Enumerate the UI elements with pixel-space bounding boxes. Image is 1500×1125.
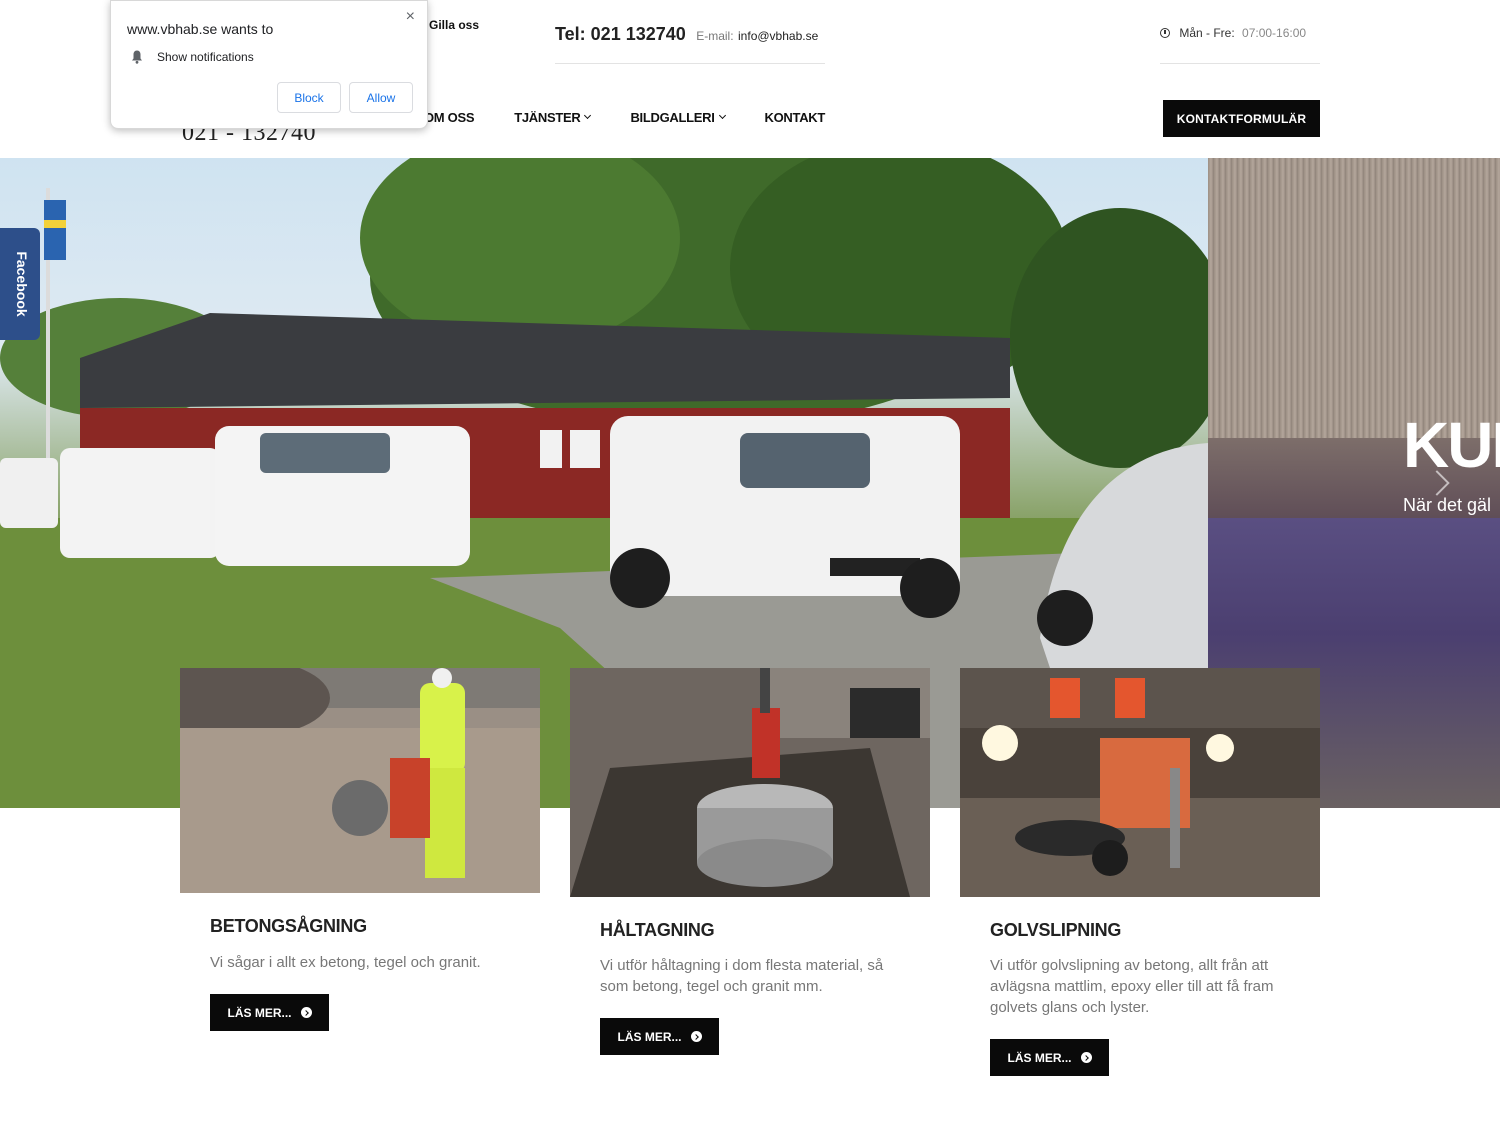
- nav-item-label: TJÄNSTER: [514, 110, 581, 125]
- floor-grinding-photo: [960, 668, 1320, 897]
- email-label: E-mail:: [696, 29, 734, 43]
- nav-item-kontakt[interactable]: KONTAKT: [764, 110, 826, 125]
- service-card-golvslipning: GOLVSLIPNING Vi utför golvslipning av be…: [960, 668, 1320, 1088]
- service-title: GOLVSLIPNING: [990, 920, 1122, 940]
- service-card-haltagning: HÅLTAGNING Vi utför håltagning i dom fle…: [570, 668, 930, 1068]
- read-more-label: LÄS MER...: [1007, 1050, 1072, 1065]
- main-nav: OM OSS TJÄNSTER BILDGALLERI KONTAKT: [424, 110, 865, 125]
- read-more-button[interactable]: LÄS MER...: [210, 994, 329, 1031]
- opening-hours: Mån - Fre: 07:00-16:00: [1160, 26, 1320, 64]
- circle-arrow-icon: [300, 1007, 312, 1018]
- service-image-haltagning: [570, 668, 930, 897]
- notification-permission-popup: www.vbhab.se wants to × Show notificatio…: [110, 0, 428, 129]
- service-text: Vi sågar i allt ex betong, tegel och gra…: [210, 954, 481, 971]
- nav-item-label: KONTAKT: [764, 110, 826, 125]
- circle-arrow-icon: [690, 1031, 702, 1042]
- popup-title: www.vbhab.se wants to: [127, 21, 274, 37]
- nav-item-label: OM OSS: [424, 110, 475, 125]
- popup-message: Show notifications: [157, 50, 254, 64]
- email-link[interactable]: info@vbhab.se: [738, 29, 818, 43]
- hours-time: 07:00-16:00: [1242, 26, 1307, 40]
- service-text: Vi utför golvslipning av betong, allt fr…: [990, 957, 1274, 1016]
- clock-icon: [1160, 28, 1170, 38]
- hero-heading: KUN: [1403, 409, 1500, 481]
- bell-icon: [132, 50, 142, 64]
- facebook-like-link[interactable]: Gilla oss: [429, 18, 479, 32]
- service-title: BETONGSÅGNING: [210, 916, 367, 936]
- hours-days: Mån - Fre:: [1179, 26, 1235, 40]
- chevron-down-icon: [718, 111, 726, 120]
- nav-item-label: BILDGALLERI: [630, 110, 715, 125]
- contact-info: Tel: 021 132740 E-mail: info@vbhab.se: [555, 24, 825, 64]
- chevron-down-icon: [584, 111, 592, 120]
- concrete-sawing-photo: [180, 668, 540, 893]
- nav-item-tjanster[interactable]: TJÄNSTER: [514, 110, 592, 125]
- service-text: Vi utför håltagning i dom flesta materia…: [600, 957, 884, 995]
- block-button[interactable]: Block: [277, 82, 341, 113]
- facebook-tab-label: Facebook: [14, 251, 30, 317]
- hero-subheading: När det gäl: [1403, 495, 1492, 515]
- read-more-label: LÄS MER...: [227, 1005, 292, 1020]
- read-more-button[interactable]: LÄS MER...: [600, 1018, 719, 1055]
- service-image-golvslipning: [960, 668, 1320, 897]
- service-card-betongsagning: BETONGSÅGNING Vi sågar i allt ex betong,…: [180, 668, 540, 1048]
- phone-number[interactable]: Tel: 021 132740: [555, 24, 686, 44]
- nav-item-bildgalleri[interactable]: BILDGALLERI: [630, 110, 726, 125]
- facebook-tab[interactable]: Facebook: [0, 228, 40, 340]
- service-title: HÅLTAGNING: [600, 920, 715, 940]
- close-icon[interactable]: ×: [406, 9, 415, 25]
- core-drilling-photo: [570, 668, 930, 897]
- service-image-betongsagning: [180, 668, 540, 893]
- contact-form-button[interactable]: KONTAKTFORMULÄR: [1163, 100, 1320, 137]
- nav-item-om-oss[interactable]: OM OSS: [424, 110, 475, 125]
- read-more-button[interactable]: LÄS MER...: [990, 1039, 1109, 1076]
- allow-button[interactable]: Allow: [349, 82, 413, 113]
- circle-arrow-icon: [1080, 1052, 1092, 1063]
- read-more-label: LÄS MER...: [617, 1029, 682, 1044]
